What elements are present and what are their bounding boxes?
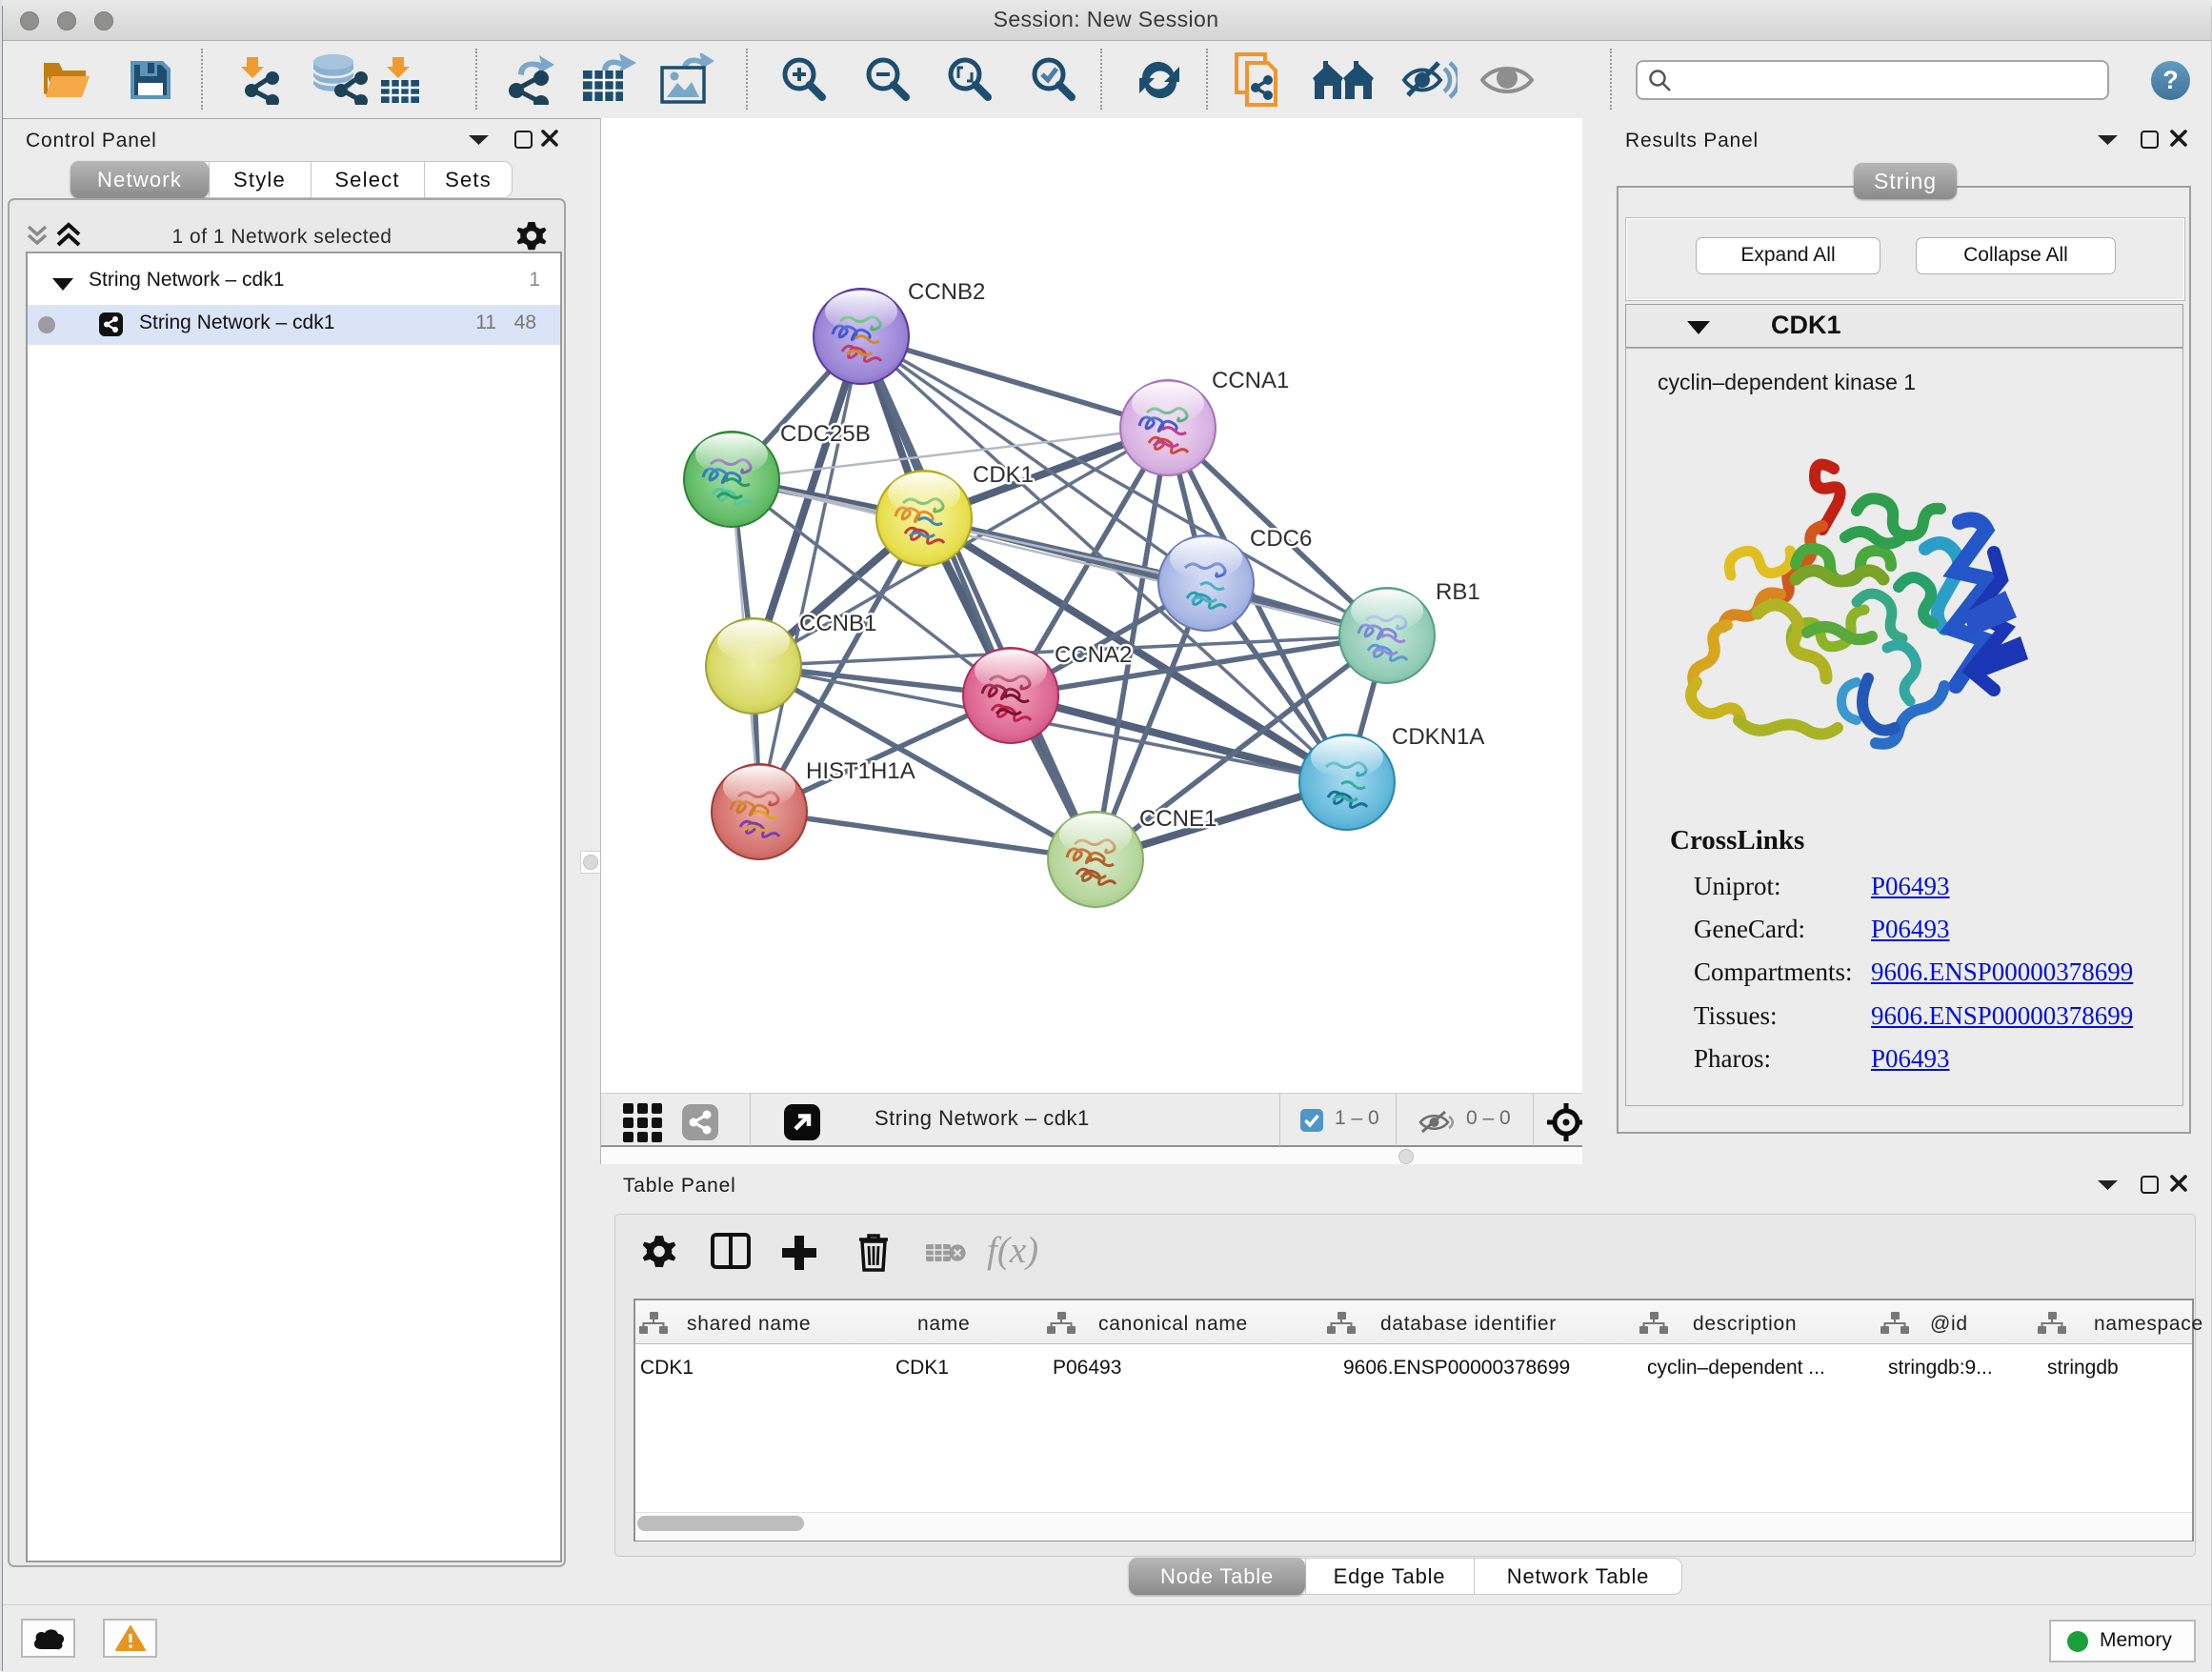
svg-text:CDK1: CDK1 [973,462,1034,488]
svg-text:HIST1H1A: HIST1H1A [806,758,915,784]
svg-text:CCNA1: CCNA1 [1212,368,1289,393]
svg-text:CDC6: CDC6 [1250,526,1312,552]
svg-text:CCNA2: CCNA2 [1055,642,1132,668]
svg-text:CCNE1: CCNE1 [1139,806,1217,832]
svg-text:RB1: RB1 [1436,579,1480,605]
svg-text:CCNB2: CCNB2 [908,279,985,305]
svg-text:CDC25B: CDC25B [780,421,871,447]
svg-text:CDKN1A: CDKN1A [1392,724,1484,750]
svg-text:CCNB1: CCNB1 [799,611,876,636]
